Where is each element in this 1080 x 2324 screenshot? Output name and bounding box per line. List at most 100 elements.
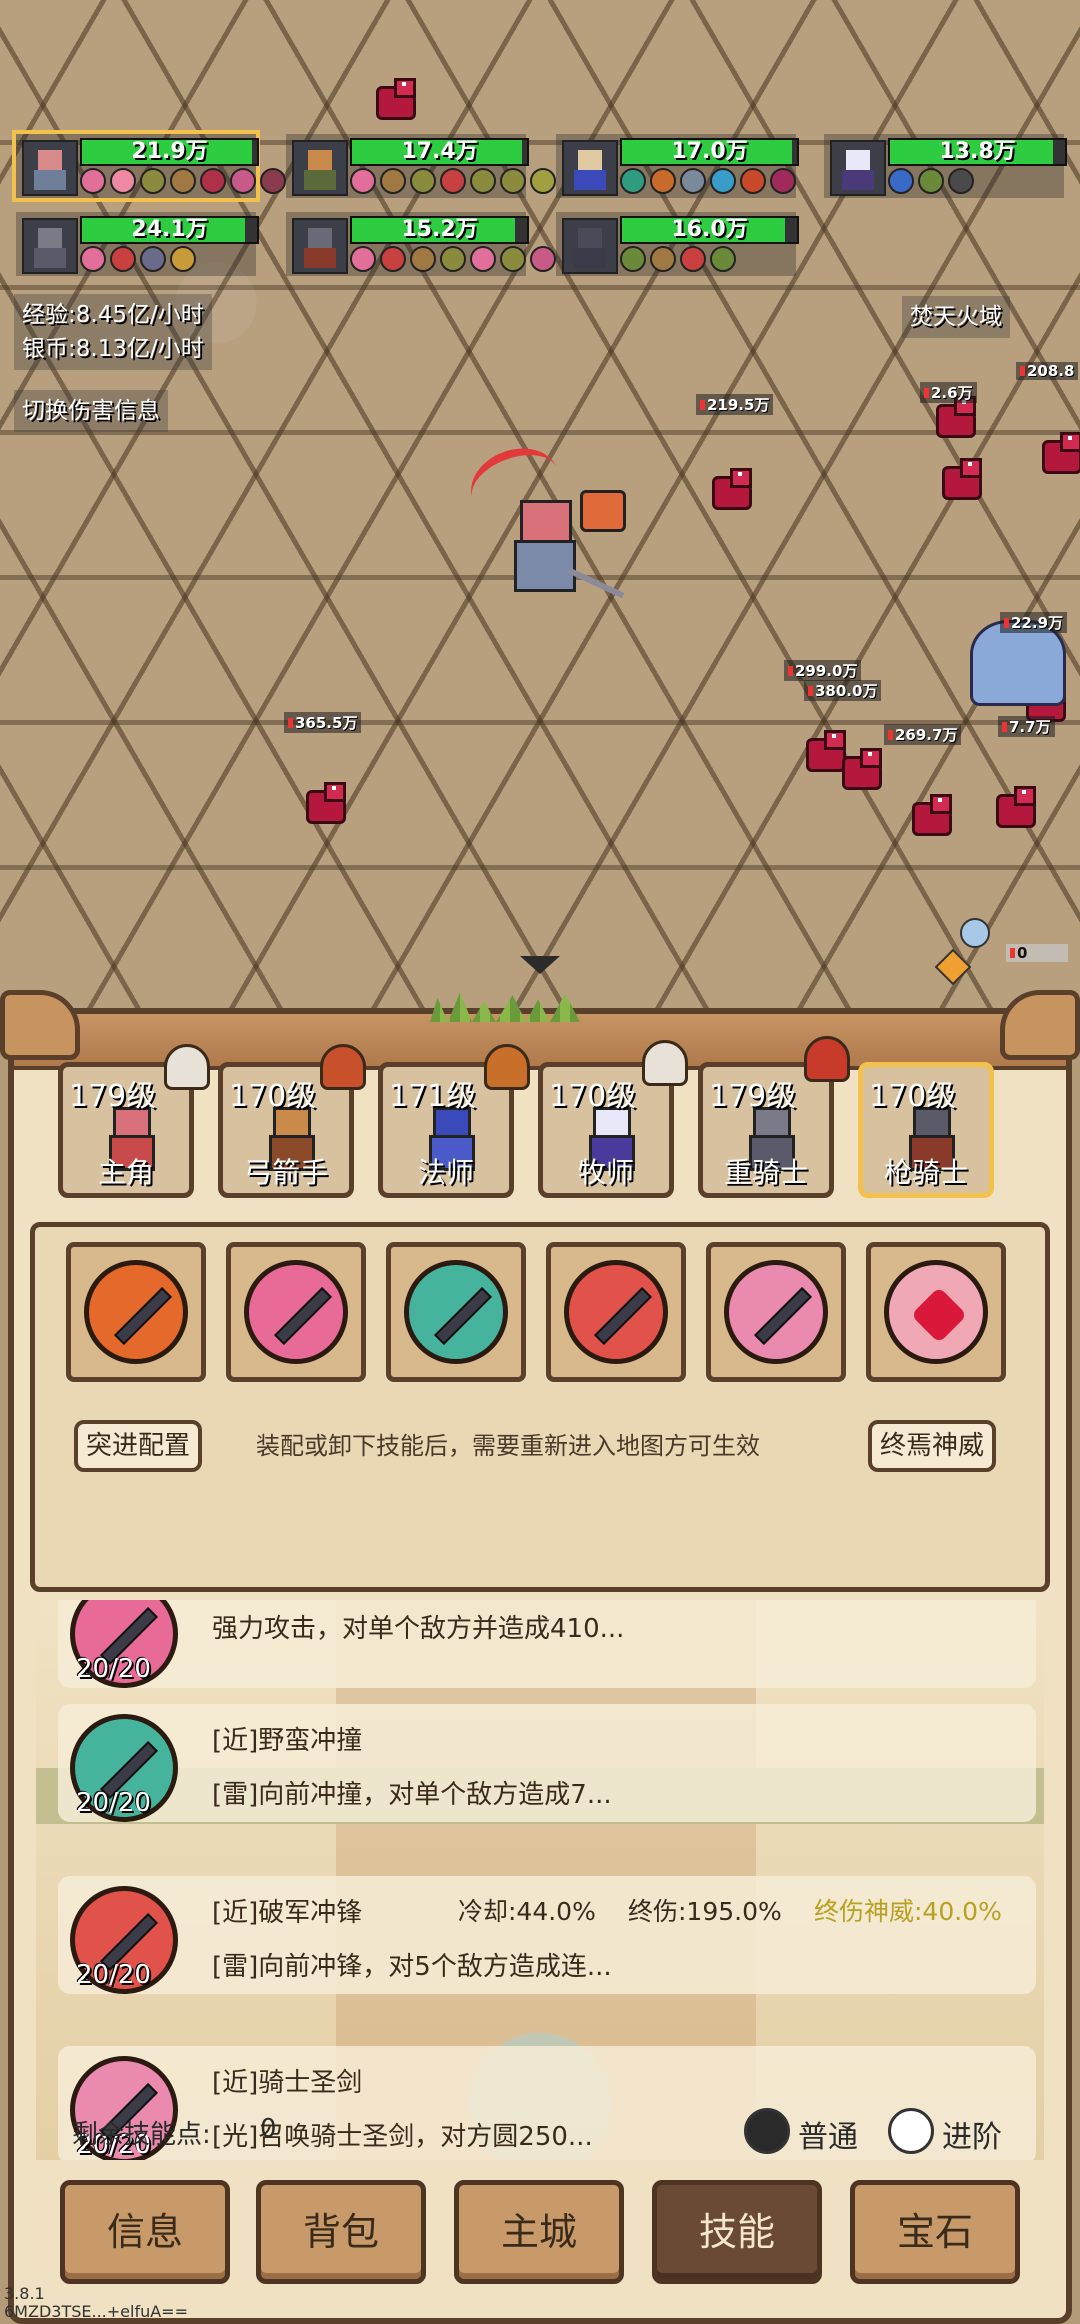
buff-icon — [170, 246, 196, 272]
mode-advanced-label[interactable]: 进阶 — [942, 2112, 1002, 2156]
monster — [836, 748, 882, 790]
buff-icon — [170, 168, 196, 194]
hp-bar: 21.9万 — [80, 138, 259, 166]
skill-row[interactable]: 20/20 [近]野蛮冲撞 [雷]向前冲撞，对单个敌方造成7... — [58, 1704, 1036, 1822]
hp-bar: 17.4万 — [350, 138, 529, 166]
buff-icon — [350, 168, 376, 194]
nav-info-button[interactable]: 信息 — [60, 2180, 230, 2284]
damage-number: 208.8 — [1016, 362, 1079, 380]
hp-bar: 16.0万 — [620, 216, 799, 244]
buff-icons — [620, 246, 736, 272]
nav-bag-button[interactable]: 背包 — [256, 2180, 426, 2284]
pet-dragon-icon — [804, 1036, 850, 1082]
hero-card-2[interactable]: 17.4万 — [286, 134, 556, 198]
hero-card-4[interactable]: 13.8万 — [824, 134, 1067, 198]
class-name: 枪骑士 — [883, 1156, 968, 1189]
config-right-button[interactable]: 终焉神威 — [868, 1420, 997, 1472]
equipped-skill-slot[interactable] — [66, 1242, 206, 1382]
skill-desc: [雷]向前冲锋，对5个敌方造成连... — [212, 1952, 612, 1982]
mode-normal-radio[interactable] — [744, 2108, 790, 2154]
hero-card-1[interactable]: 21.9万 — [12, 130, 286, 202]
player-character — [461, 436, 626, 610]
hp-text: 15.2万 — [401, 217, 478, 242]
version-text: 3.8.1 — [4, 2284, 45, 2303]
buff-icon — [680, 246, 706, 272]
buff-icons — [888, 168, 974, 194]
class-name: 法师 — [417, 1156, 474, 1189]
mode-advanced-radio[interactable] — [888, 2108, 934, 2154]
hero-portrait — [22, 140, 78, 196]
exp-rate: 经验:8.45亿/小时 — [22, 302, 204, 328]
damage-number: 269.7万 — [884, 724, 962, 745]
buff-icon — [620, 168, 646, 194]
nav-city-button[interactable]: 主城 — [454, 2180, 624, 2284]
buff-icon — [110, 168, 136, 194]
hp-bar: 17.0万 — [620, 138, 799, 166]
damage-number: 299.0万 — [784, 660, 862, 681]
damage-number: 0 — [1006, 944, 1068, 962]
buff-icon — [110, 246, 136, 272]
buff-icons — [80, 168, 286, 194]
buff-icon — [680, 168, 706, 194]
skill-list[interactable]: 20/20 强力攻击，对单个敌方并造成410... 20/20 [近]野蛮冲撞 … — [36, 1600, 1044, 2160]
hp-text: 24.1万 — [131, 217, 208, 242]
hp-text: 17.4万 — [401, 139, 478, 164]
level-label: 179级 — [69, 1079, 157, 1114]
toggle-damage-info-button[interactable]: 切换伤害信息 — [14, 390, 168, 432]
level-label: 170级 — [229, 1079, 317, 1114]
equipped-skill-slot[interactable] — [386, 1242, 526, 1382]
class-name: 弓箭手 — [243, 1156, 328, 1189]
buff-icon — [948, 168, 974, 194]
hero-portrait — [22, 218, 78, 274]
hp-bar: 13.8万 — [888, 138, 1067, 166]
buff-icon — [80, 246, 106, 272]
zone-name[interactable]: 焚天火域 — [902, 296, 1010, 338]
party-slot-lancer[interactable]: 170级 枪骑士 — [858, 1062, 994, 1198]
config-left-button[interactable]: 突进配置 — [74, 1420, 203, 1472]
buff-icon — [380, 246, 406, 272]
skill-row[interactable]: 20/20 强力攻击，对单个敌方并造成410... — [58, 1600, 1036, 1688]
hp-text: 13.8万 — [939, 139, 1016, 164]
equipped-skill-slot[interactable] — [226, 1242, 366, 1382]
buff-icon — [440, 168, 466, 194]
buff-icon — [710, 246, 736, 272]
party-slot-heavy-knight[interactable]: 179级 重骑士 — [698, 1062, 834, 1198]
equipped-skill-slot[interactable] — [866, 1242, 1006, 1382]
monster — [906, 794, 952, 836]
hero-card-3[interactable]: 17.0万 — [556, 134, 799, 198]
hero-card-6[interactable]: 15.2万 — [286, 212, 556, 276]
skill-points-label: 剩余技能点: — [72, 2120, 211, 2150]
equipped-skill-slot[interactable] — [706, 1242, 846, 1382]
monster — [300, 782, 346, 824]
damage-number: 380.0万 — [804, 680, 882, 701]
skill-desc: 强力攻击，对单个敌方并造成410... — [212, 1614, 625, 1644]
skill-final-damage: 终伤:195.0% — [628, 1897, 782, 1926]
skill-count: 20/20 — [76, 1654, 151, 1684]
spear-skill-icon — [84, 1260, 188, 1364]
pet-lion-icon — [484, 1044, 530, 1090]
damage-number: 22.9万 — [1000, 612, 1068, 633]
buff-icon — [770, 168, 796, 194]
buff-icon — [620, 246, 646, 272]
buff-icon — [440, 246, 466, 272]
buff-icon — [710, 168, 736, 194]
collapse-arrow-icon[interactable] — [520, 956, 560, 974]
skill-points-value: 0 — [260, 2114, 277, 2144]
hp-bar: 15.2万 — [350, 216, 529, 244]
monster — [370, 78, 416, 120]
equipped-skill-slot[interactable] — [546, 1242, 686, 1382]
buff-icons — [620, 168, 796, 194]
monster — [936, 458, 982, 500]
skill-count: 20/20 — [76, 1960, 151, 1990]
hero-card-7[interactable]: 16.0万 — [556, 212, 799, 276]
buff-icons — [80, 246, 196, 272]
mode-normal-label[interactable]: 普通 — [798, 2112, 858, 2156]
nav-skills-button[interactable]: 技能 — [652, 2180, 822, 2284]
right-ornament — [1000, 990, 1080, 1060]
hero-card-5[interactable]: 24.1万 — [16, 212, 259, 276]
hp-bar: 24.1万 — [80, 216, 259, 244]
skill-row[interactable]: 20/20 [近]破军冲锋 冷却:44.0% 终伤:195.0% 终伤神威:40… — [58, 1876, 1036, 1994]
gem-icon — [934, 948, 972, 986]
buff-icon — [530, 168, 556, 194]
nav-gems-button[interactable]: 宝石 — [850, 2180, 1020, 2284]
